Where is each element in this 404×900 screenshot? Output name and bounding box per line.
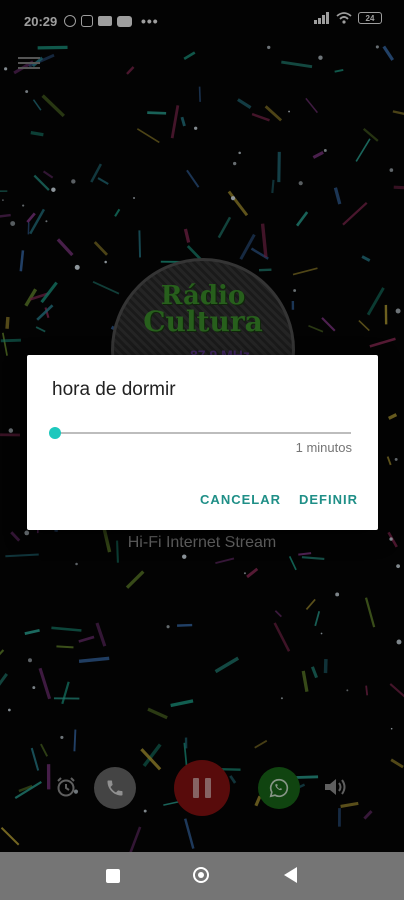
- minutes-slider[interactable]: [49, 427, 351, 439]
- cancel-button[interactable]: CANCELAR: [200, 492, 281, 507]
- slider-thumb[interactable]: [49, 427, 61, 439]
- back-button[interactable]: [284, 867, 297, 883]
- slider-value: 1 minutos: [295, 440, 352, 455]
- sleep-timer-dialog: hora de dormir 1 minutos CANCELAR DEFINI…: [27, 355, 378, 530]
- dialog-title: hora de dormir: [52, 379, 176, 400]
- system-nav-bar: [0, 852, 404, 900]
- home-button[interactable]: [193, 867, 209, 883]
- slider-track: [55, 432, 351, 434]
- confirm-button[interactable]: DEFINIR: [299, 492, 358, 507]
- recent-apps-button[interactable]: [106, 869, 120, 883]
